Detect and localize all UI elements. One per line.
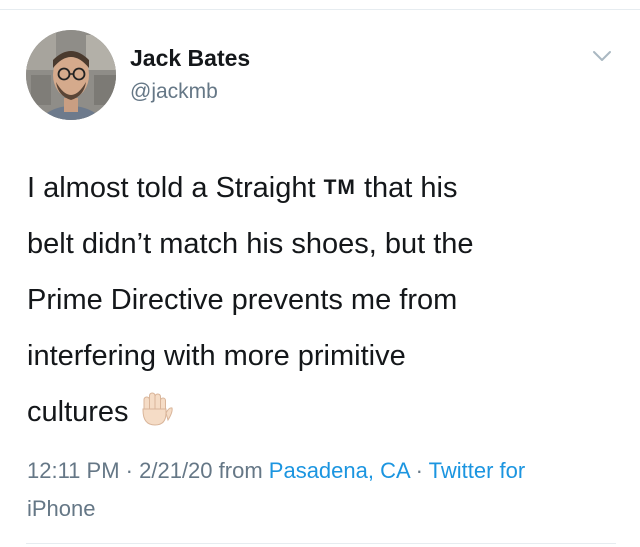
tweet-line: belt didn’t match his shoes, but the xyxy=(27,228,474,260)
meta-line: 12:11 PM · 2/21/20 from Pasadena, CA · T… xyxy=(27,452,627,490)
client-link[interactable]: Twitter for xyxy=(429,458,526,483)
tweet-text-part: that his xyxy=(363,172,458,204)
meta-line: iPhone xyxy=(27,490,627,528)
top-divider xyxy=(0,9,640,10)
tweet-line: Prime Directive prevents me from xyxy=(27,284,458,316)
avatar-image xyxy=(26,30,116,120)
location-link[interactable]: Pasadena, CA xyxy=(269,458,410,483)
tweet-text-part: I almost told a Straight xyxy=(27,172,316,204)
tweet-line: cultures xyxy=(27,384,617,440)
chevron-down-icon[interactable] xyxy=(591,48,613,64)
tweet-line: I almost told a Straight TM that his xyxy=(27,160,617,216)
tweet-date[interactable]: 2/21/20 xyxy=(139,458,212,483)
tweet-metadata: 12:11 PM · 2/21/20 from Pasadena, CA · T… xyxy=(27,452,627,528)
meta-separator: · xyxy=(125,458,133,483)
avatar[interactable] xyxy=(26,30,116,120)
from-label: from xyxy=(218,458,263,483)
tweet-time[interactable]: 12:11 PM xyxy=(27,458,120,483)
trademark-mark: TM xyxy=(323,176,356,199)
user-handle[interactable]: @jackmb xyxy=(130,80,218,104)
bottom-divider xyxy=(26,543,616,544)
tweet-text-part: cultures xyxy=(27,396,129,428)
raised-hand-icon xyxy=(142,392,173,426)
meta-separator: · xyxy=(415,458,423,483)
client-device: iPhone xyxy=(27,496,96,521)
tweet-line: interfering with more primitive xyxy=(27,340,406,372)
display-name[interactable]: Jack Bates xyxy=(130,45,250,72)
tweet-text: I almost told a Straight TM that his bel… xyxy=(27,160,617,440)
